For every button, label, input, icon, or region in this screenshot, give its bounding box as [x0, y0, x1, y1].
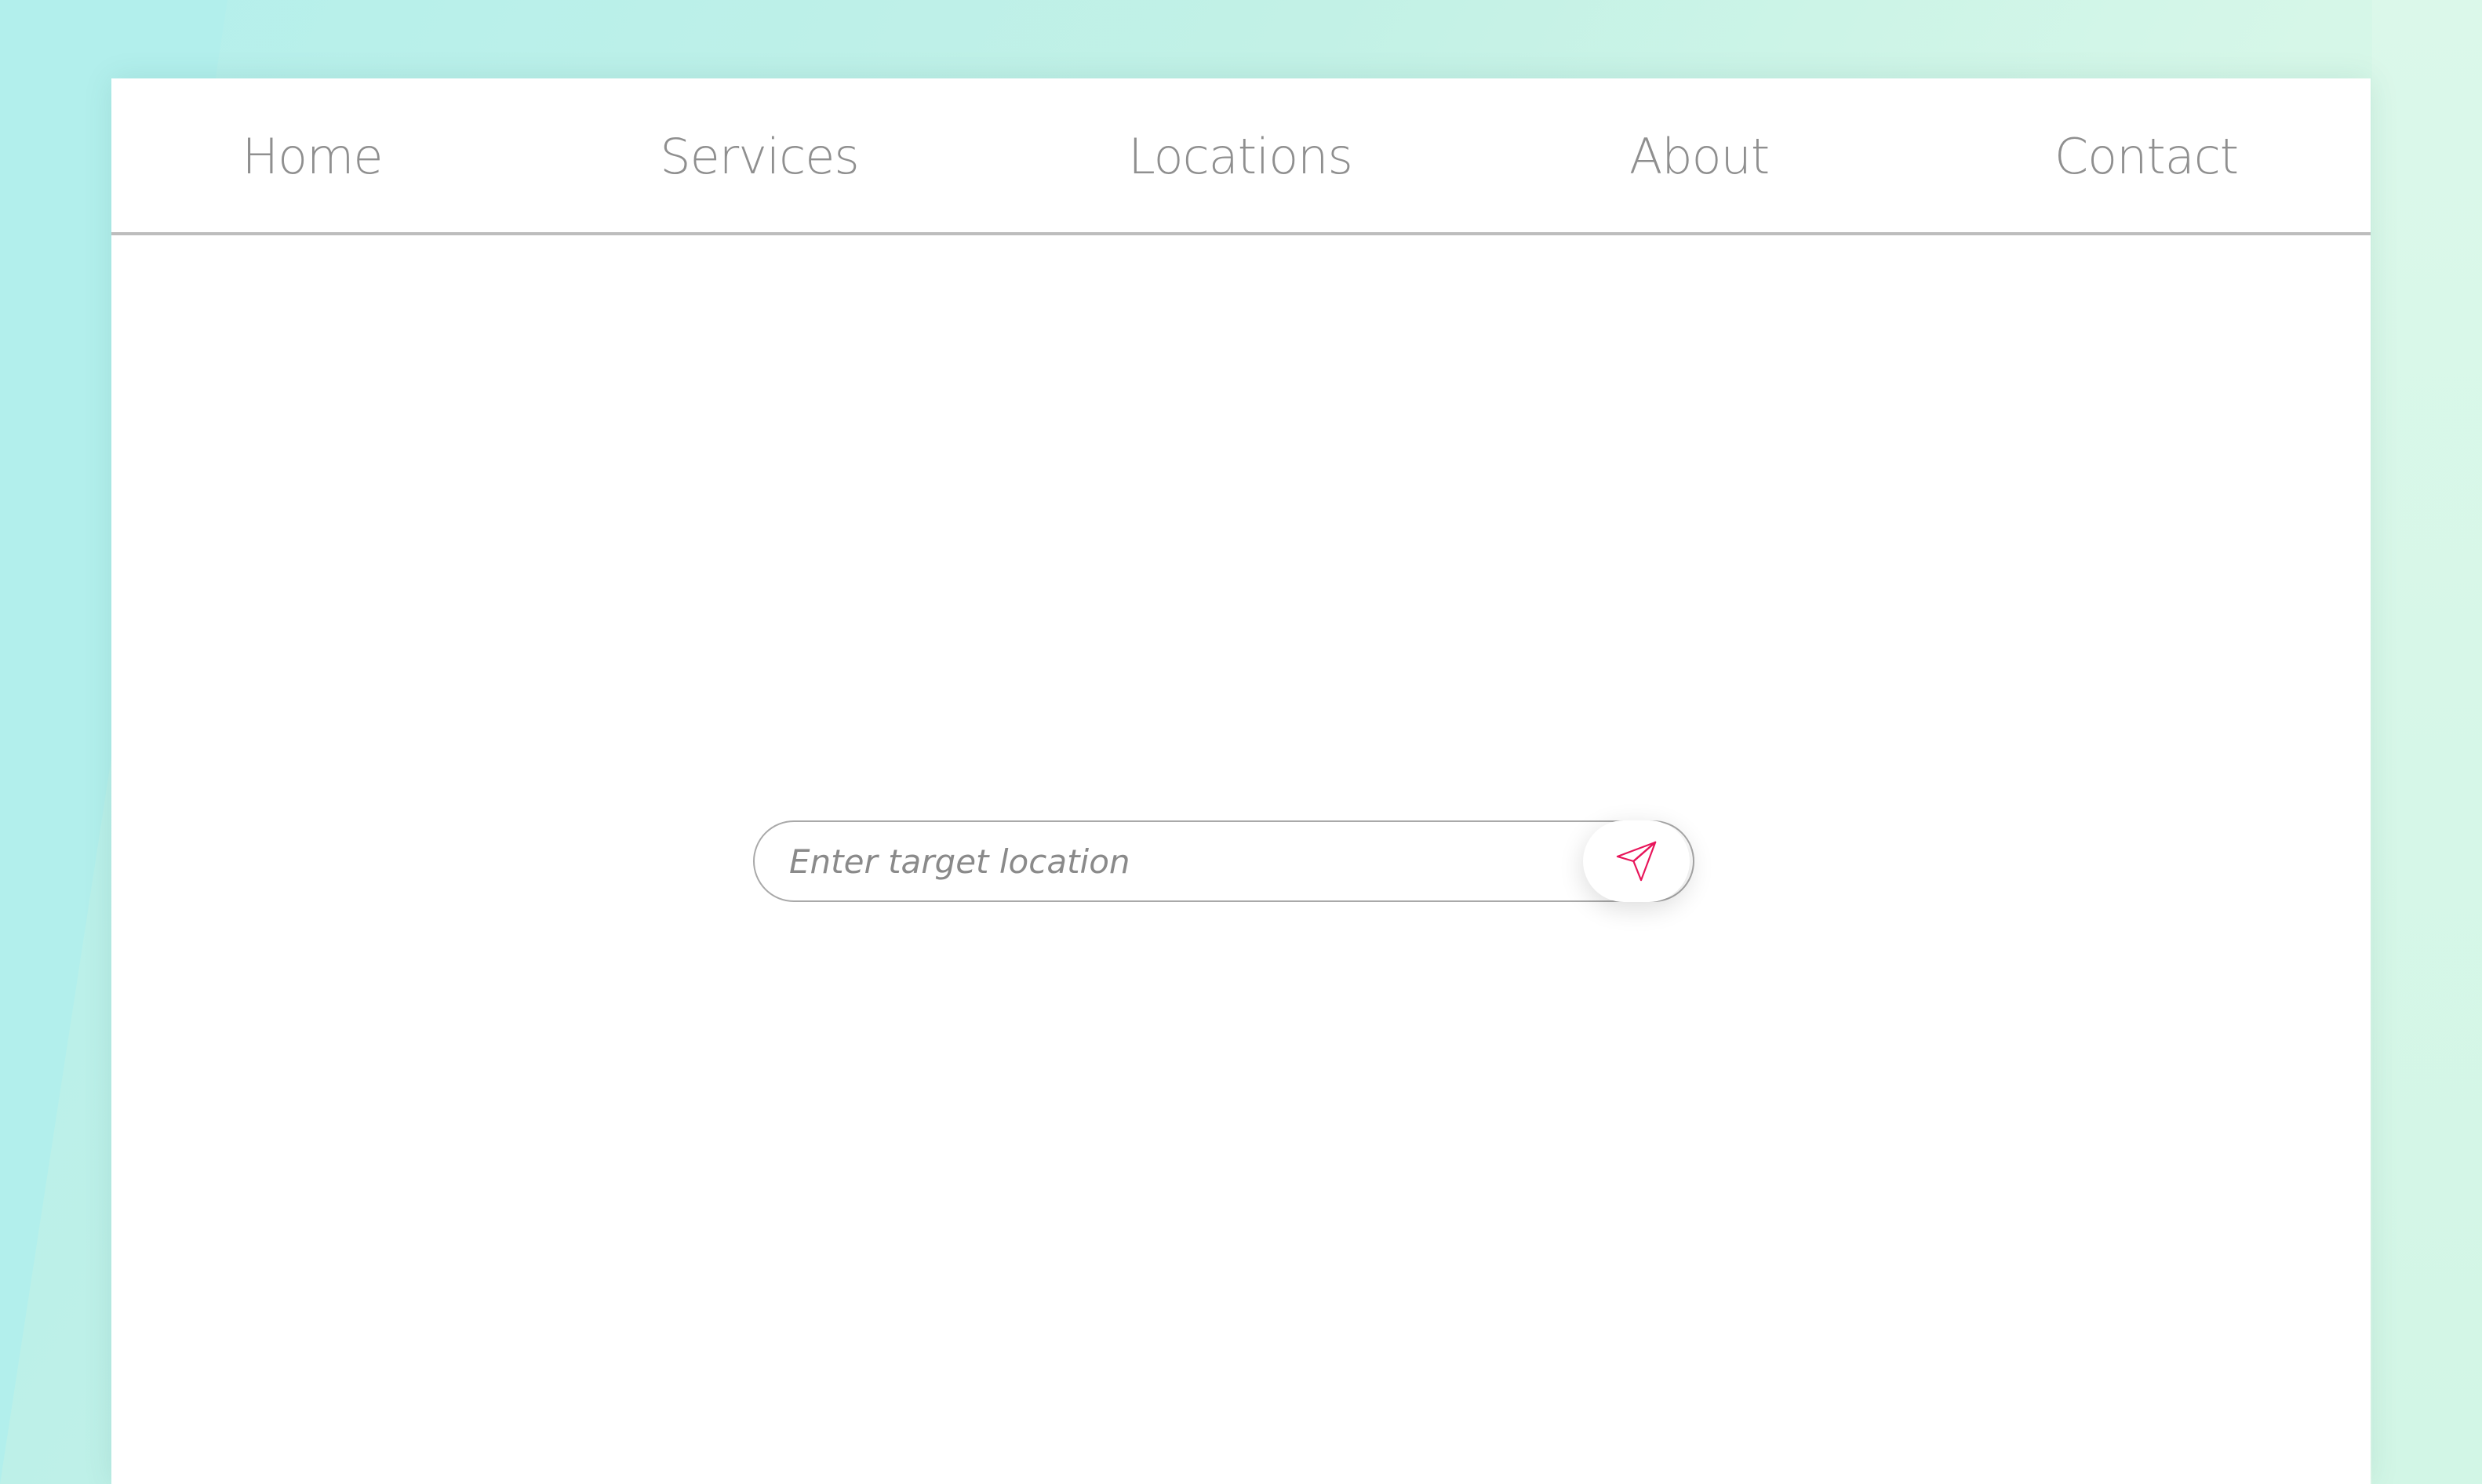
target-location-input[interactable] — [753, 820, 1694, 902]
main-card: Home Services Locations About Contact — [111, 78, 2371, 1484]
top-navbar: Home Services Locations About Contact — [111, 78, 2371, 235]
send-button[interactable] — [1583, 820, 1690, 902]
nav-item-about[interactable]: About — [1629, 119, 1770, 195]
location-search — [753, 820, 1734, 904]
nav-item-home[interactable]: Home — [242, 119, 383, 195]
paper-plane-send-icon — [1614, 838, 1659, 884]
nav-item-locations[interactable]: Locations — [1128, 119, 1353, 195]
background-right-panel — [2372, 0, 2482, 1484]
nav-item-contact[interactable]: Contact — [2054, 119, 2239, 195]
nav-item-services[interactable]: Services — [660, 119, 859, 195]
